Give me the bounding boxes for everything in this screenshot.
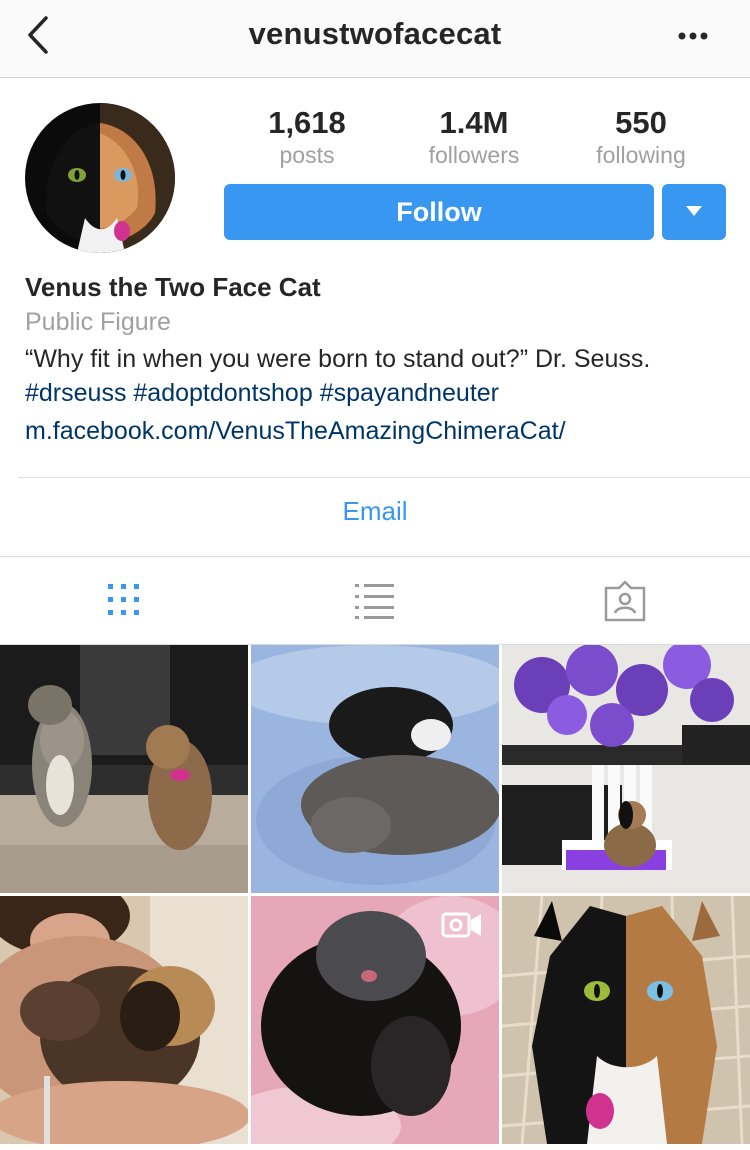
profile-avatar[interactable] xyxy=(25,103,175,253)
post-image xyxy=(251,896,499,1144)
suggested-accounts-dropdown-button[interactable] xyxy=(662,184,726,240)
tab-tagged[interactable] xyxy=(602,580,648,622)
bio-quote: “Why fit in when you were born to stand … xyxy=(25,345,651,373)
profile-username-title: venustwofacecat xyxy=(248,16,502,51)
website-link[interactable]: m.facebook.com/VenusTheAmazingChimeraCat… xyxy=(25,414,725,448)
following-stat[interactable]: 550 following xyxy=(556,104,726,168)
profile-category: Public Figure xyxy=(25,308,171,336)
email-button[interactable]: Email xyxy=(0,496,750,527)
bio-description: “Why fit in when you were born to stand … xyxy=(25,342,725,410)
avatar-image xyxy=(25,103,175,253)
followers-label: followers xyxy=(428,142,520,168)
list-icon xyxy=(355,584,394,619)
hashtag-link[interactable]: #adoptdontshop xyxy=(133,379,312,407)
divider xyxy=(0,556,750,557)
followers-stat[interactable]: 1.4M followers xyxy=(389,104,559,168)
followers-count: 1.4M xyxy=(439,105,509,140)
more-horizontal-icon xyxy=(678,32,708,40)
profile-display-name: Venus the Two Face Cat xyxy=(25,272,321,302)
grid-icon xyxy=(108,584,139,615)
tagged-person-icon xyxy=(604,580,646,622)
top-navigation-bar: venustwofacecat xyxy=(0,0,750,78)
post-thumbnail[interactable] xyxy=(0,645,248,893)
post-thumbnail[interactable] xyxy=(502,896,750,1144)
post-image xyxy=(0,645,248,893)
posts-label: posts xyxy=(279,142,335,168)
more-options-button[interactable] xyxy=(674,24,714,48)
follow-button[interactable]: Follow xyxy=(224,184,654,240)
posts-count: 1,618 xyxy=(268,105,346,140)
hashtag-link[interactable]: #spayandneuter xyxy=(320,379,499,407)
post-image xyxy=(0,896,248,1144)
post-thumbnail[interactable] xyxy=(502,645,750,893)
tab-list-view[interactable] xyxy=(352,580,398,622)
hashtag-link[interactable]: #drseuss xyxy=(25,379,126,407)
divider xyxy=(18,477,750,478)
post-thumbnail[interactable] xyxy=(251,896,499,1144)
caret-down-icon xyxy=(686,206,702,216)
tab-grid-view[interactable] xyxy=(101,580,147,622)
post-image xyxy=(502,645,750,893)
post-thumbnail[interactable] xyxy=(0,896,248,1144)
post-image xyxy=(502,896,750,1144)
following-label: following xyxy=(596,142,686,168)
following-count: 550 xyxy=(615,105,667,140)
profile-bio: Venus the Two Face Cat Public Figure “Wh… xyxy=(25,270,725,448)
posts-stat: 1,618 posts xyxy=(222,104,392,168)
post-thumbnail[interactable] xyxy=(251,645,499,893)
post-image xyxy=(251,645,499,893)
